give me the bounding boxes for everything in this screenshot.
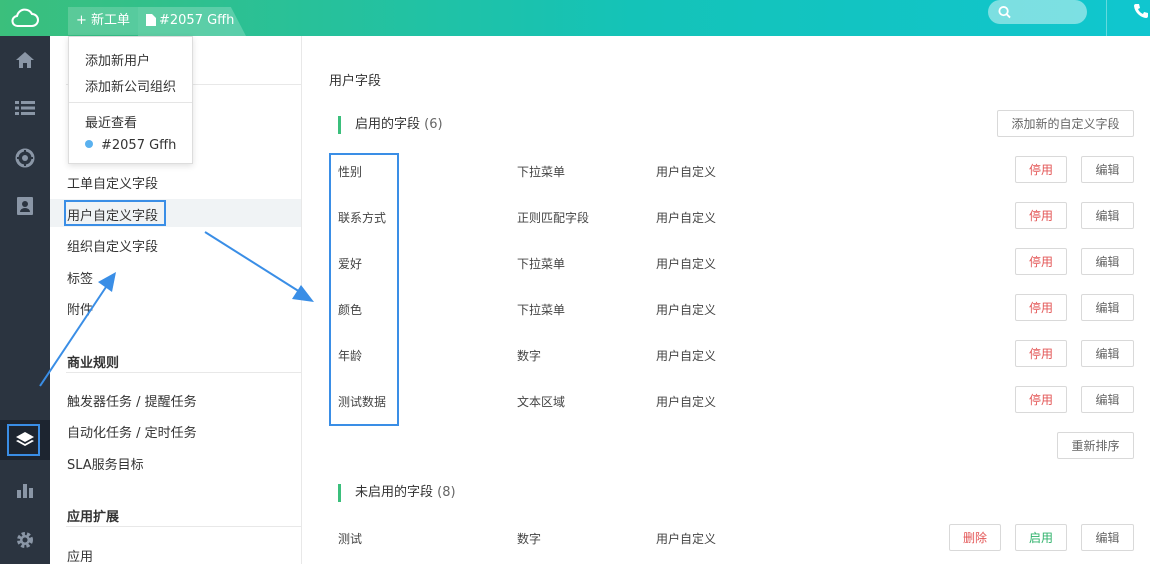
status-dot-icon — [85, 140, 93, 148]
sidebar-item-automations[interactable]: 自动化任务 / 定时任务 — [67, 422, 197, 441]
sidebar-item-org-fields[interactable]: 组织自定义字段 — [67, 236, 158, 255]
section-business-rules: 商业规则 — [67, 356, 120, 371]
menu-item-add-org[interactable]: 添加新公司组织 — [85, 76, 176, 95]
layers-icon[interactable] — [0, 420, 50, 460]
field-name: 年龄 — [338, 349, 363, 363]
field-source: 用户自定义 — [656, 211, 717, 225]
field-type: 正则匹配字段 — [517, 211, 590, 225]
section-label: 启用的字段 — [355, 117, 421, 132]
field-type: 下拉菜单 — [517, 165, 566, 179]
search-input[interactable] — [1017, 4, 1087, 20]
disable-button[interactable]: 停用 — [1015, 202, 1067, 229]
search-icon — [998, 5, 1011, 19]
field-type: 下拉菜单 — [517, 257, 566, 271]
disable-button[interactable]: 停用 — [1015, 294, 1067, 321]
edit-button[interactable]: 编辑 — [1081, 294, 1134, 321]
section-enabled-fields: 启用的字段 (6) — [338, 116, 443, 134]
new-menu-dropdown: 添加新用户 添加新公司组织 最近查看 #2057 Gffh — [68, 36, 193, 164]
field-type: 下拉菜单 — [517, 303, 566, 317]
divider — [66, 526, 301, 527]
disable-button[interactable]: 停用 — [1015, 248, 1067, 275]
phone-icon[interactable] — [1132, 2, 1150, 24]
divider — [66, 372, 301, 373]
section-disabled-fields: 未启用的字段 (8) — [338, 484, 456, 502]
menu-item-add-user[interactable]: 添加新用户 — [85, 50, 150, 69]
field-type: 文本区域 — [517, 395, 566, 409]
cloud-logo-icon[interactable] — [0, 0, 50, 36]
section-label: 未启用的字段 — [355, 485, 434, 500]
divider — [1106, 0, 1107, 36]
tab-label: #2057 Gffh — [159, 13, 235, 28]
field-name: 颜色 — [338, 303, 363, 317]
divider — [69, 102, 192, 103]
gear-icon[interactable] — [0, 520, 50, 560]
disable-button[interactable]: 停用 — [1015, 156, 1067, 183]
field-source: 用户自定义 — [656, 257, 717, 271]
menu-item-recent: 最近查看 — [85, 116, 138, 131]
reorder-button[interactable]: 重新排序 — [1057, 432, 1134, 459]
field-name: 测试数据 — [338, 395, 387, 409]
document-icon — [146, 14, 156, 26]
icon-nav — [0, 36, 50, 564]
field-name: 爱好 — [338, 257, 363, 271]
edit-button[interactable]: 编辑 — [1081, 386, 1134, 413]
field-source: 用户自定义 — [656, 349, 717, 363]
field-source: 用户自定义 — [656, 303, 717, 317]
recent-ticket-label: #2057 Gffh — [101, 138, 177, 153]
edit-button[interactable]: 编辑 — [1081, 248, 1134, 275]
edit-button[interactable]: 编辑 — [1081, 340, 1134, 367]
add-custom-field-button[interactable]: 添加新的自定义字段 — [997, 110, 1134, 137]
page-title: 用户字段 — [329, 74, 382, 89]
sidebar-item-tags[interactable]: 标签 — [67, 268, 93, 287]
contact-card-icon[interactable] — [0, 186, 50, 226]
sidebar-item-attachments[interactable]: 附件 — [67, 299, 93, 318]
lifebuoy-icon[interactable] — [0, 138, 50, 178]
list-icon[interactable] — [0, 88, 50, 128]
sidebar-item-ticket-fields[interactable]: 工单自定义字段 — [67, 173, 158, 192]
field-name: 性别 — [338, 165, 363, 179]
sidebar-item-sla[interactable]: SLA服务目标 — [67, 454, 144, 473]
menu-item-recent-ticket[interactable]: #2057 Gffh — [85, 138, 176, 153]
section-count: (8) — [437, 485, 456, 500]
delete-button[interactable]: 删除 — [949, 524, 1001, 551]
new-ticket-button[interactable]: + 新工单 — [68, 7, 139, 35]
selection-highlight — [64, 200, 166, 226]
field-name: 测试 — [338, 532, 363, 546]
disable-button[interactable]: 停用 — [1015, 386, 1067, 413]
sidebar-item-apps[interactable]: 应用 — [67, 546, 93, 565]
section-app-extensions: 应用扩展 — [67, 510, 120, 525]
top-bar: + 新工单 #2057 Gffh — [0, 0, 1150, 36]
section-count: (6) — [424, 117, 443, 132]
field-source: 用户自定义 — [656, 165, 717, 179]
tab-ticket[interactable]: #2057 Gffh — [138, 7, 246, 36]
edit-button[interactable]: 编辑 — [1081, 524, 1134, 551]
field-source: 用户自定义 — [656, 532, 717, 546]
field-type: 数字 — [517, 532, 542, 546]
field-type: 数字 — [517, 349, 542, 363]
search-box[interactable] — [988, 0, 1087, 24]
bar-chart-icon[interactable] — [0, 470, 50, 510]
field-names-highlight — [329, 153, 399, 426]
home-icon[interactable] — [0, 40, 50, 80]
disable-button[interactable]: 停用 — [1015, 340, 1067, 367]
main-content: 用户字段 启用的字段 (6) 添加新的自定义字段 性别 下拉菜单 用户自定义 停用 编辑… — [302, 36, 1150, 564]
edit-button[interactable]: 编辑 — [1081, 202, 1134, 229]
field-source: 用户自定义 — [656, 395, 717, 409]
enable-button[interactable]: 启用 — [1015, 524, 1067, 551]
highlight-box — [7, 424, 40, 456]
field-name: 联系方式 — [338, 211, 387, 225]
sidebar-item-triggers[interactable]: 触发器任务 / 提醒任务 — [67, 391, 197, 410]
edit-button[interactable]: 编辑 — [1081, 156, 1134, 183]
